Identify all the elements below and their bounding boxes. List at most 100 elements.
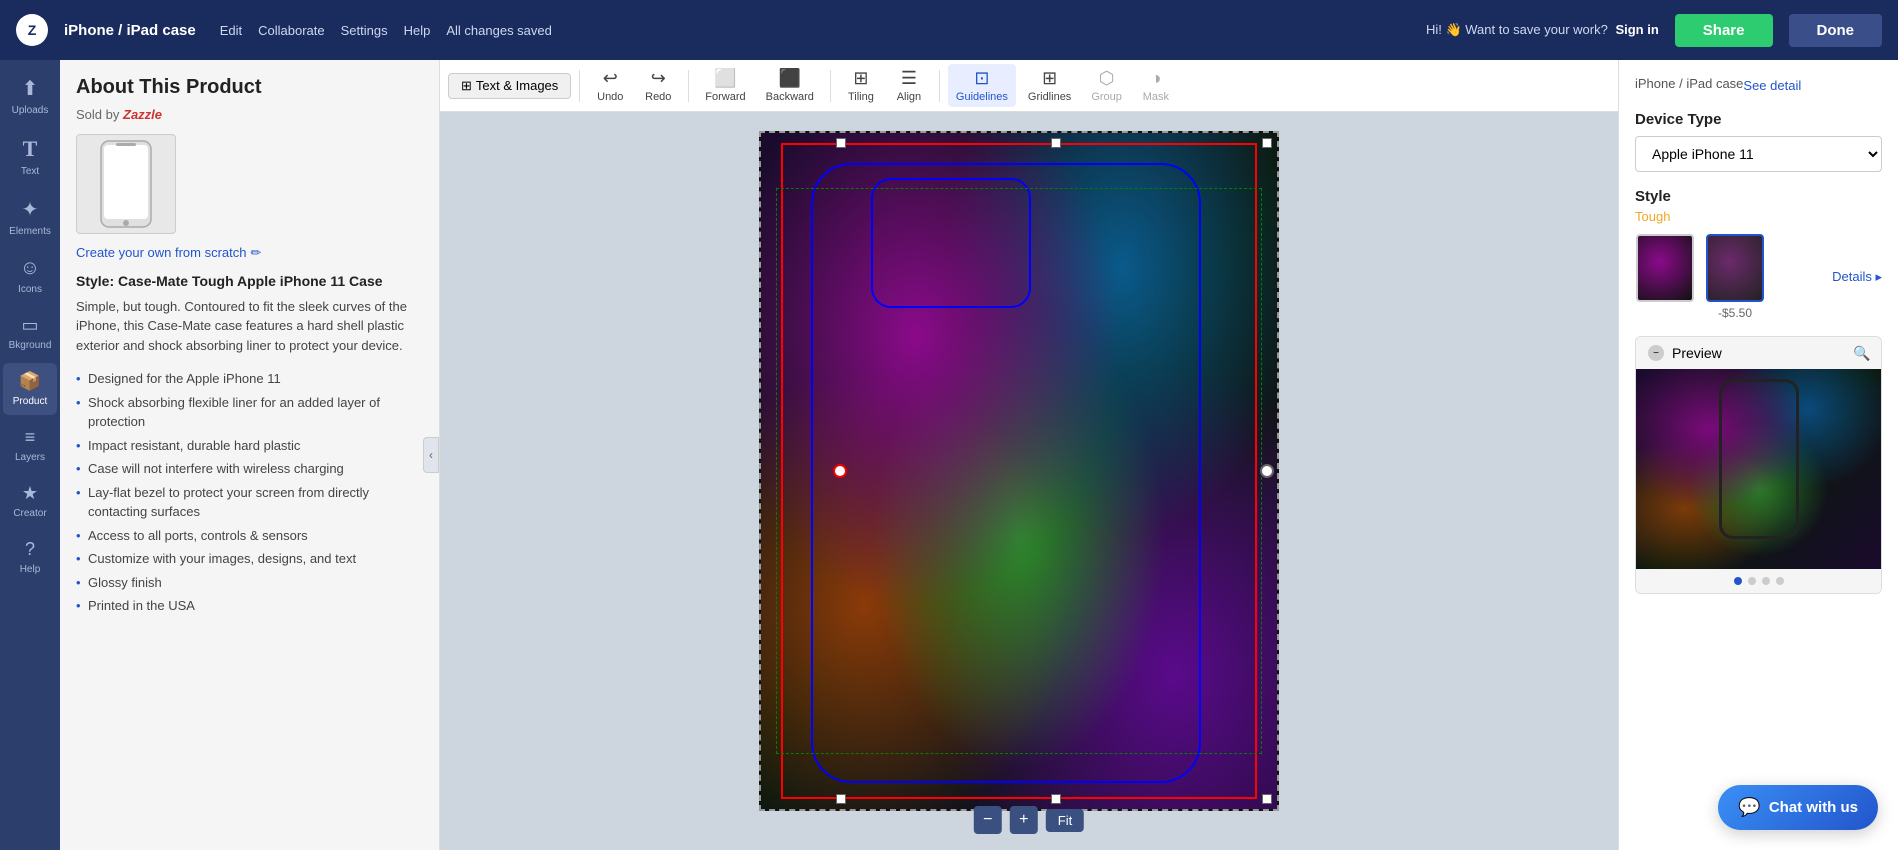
uploads-icon: ⬆: [22, 76, 39, 101]
preview-minimize-button[interactable]: −: [1648, 345, 1664, 361]
sidebar-label-help: Help: [20, 564, 41, 575]
app-title: iPhone / iPad case: [64, 22, 196, 39]
preview-dot-4[interactable]: [1776, 577, 1784, 585]
feature-item: Designed for the Apple iPhone 11: [76, 367, 423, 391]
backward-label: Backward: [766, 91, 814, 103]
brand-logo: Zazzle: [123, 107, 162, 122]
redo-label: Redo: [645, 91, 671, 103]
product-panel: About This Product Sold by Zazzle Create…: [60, 60, 440, 850]
nav-help[interactable]: Help: [404, 23, 431, 38]
rotate-handle[interactable]: [1260, 464, 1274, 478]
style-option-2[interactable]: -$5.50: [1705, 234, 1765, 320]
preview-dot-1[interactable]: [1734, 577, 1742, 585]
redo-icon: ↪: [651, 68, 666, 89]
mask-label: Mask: [1143, 91, 1169, 103]
feature-item: Glossy finish: [76, 571, 423, 595]
feature-item: Printed in the USA: [76, 594, 423, 618]
sidebar-item-uploads[interactable]: ⬆ Uploads: [3, 68, 57, 124]
preview-section: − Preview 🔍: [1635, 336, 1882, 594]
sidebar-item-layers[interactable]: ≡ Layers: [3, 419, 57, 471]
nav-settings[interactable]: Settings: [341, 23, 388, 38]
mask-button[interactable]: ◑ Mask: [1134, 64, 1178, 107]
share-button[interactable]: Share: [1675, 14, 1773, 47]
handle-top-mid[interactable]: [1051, 138, 1061, 148]
tiling-button[interactable]: ⊞ Tiling: [839, 64, 883, 107]
mask-icon: ◑: [1150, 68, 1161, 89]
forward-button[interactable]: ⬜ Forward: [697, 64, 753, 107]
elements-icon: ✦: [22, 197, 39, 222]
sidebar-item-creator[interactable]: ★ Creator: [3, 475, 57, 527]
handle-bottom-right[interactable]: [1262, 794, 1272, 804]
creator-icon: ★: [22, 483, 38, 504]
details-link[interactable]: Details ▸: [1832, 269, 1882, 285]
style-thumb-2[interactable]: [1706, 234, 1764, 302]
zoom-fit-button[interactable]: Fit: [1046, 809, 1084, 832]
design-canvas[interactable]: [759, 131, 1279, 811]
text-images-tab[interactable]: ⊞ Text & Images: [448, 73, 571, 99]
product-style-title: Style: Case-Mate Tough Apple iPhone 11 C…: [76, 273, 423, 289]
nav-edit[interactable]: Edit: [220, 23, 242, 38]
preview-search-icon[interactable]: 🔍: [1853, 345, 1869, 361]
main-layout: ⬆ Uploads T Text ✦ Elements ☺ Icons ▭ Bk…: [0, 60, 1898, 850]
sidebar-item-background[interactable]: ▭ Bkground: [3, 307, 57, 359]
sidebar-icons: ⬆ Uploads T Text ✦ Elements ☺ Icons ▭ Bk…: [0, 60, 60, 850]
product-icon: 📦: [19, 371, 41, 392]
feature-item: Access to all ports, controls & sensors: [76, 524, 423, 548]
top-navigation: Z iPhone / iPad case Edit Collaborate Se…: [0, 0, 1898, 60]
product-panel-title: About This Product: [76, 76, 423, 99]
nav-collaborate[interactable]: Collaborate: [258, 23, 325, 38]
canvas-area: ⊞ Text & Images ↩ Undo ↪ Redo ⬜ Forward …: [440, 60, 1618, 850]
create-own-link[interactable]: Create your own from scratch ✏: [76, 245, 261, 261]
zoom-minus-button[interactable]: −: [974, 806, 1002, 834]
style-options: -$5.50 Details ▸: [1635, 234, 1882, 320]
device-type-label: Device Type: [1635, 111, 1882, 128]
sign-in-link[interactable]: Sign in: [1615, 22, 1658, 37]
feature-item: Lay-flat bezel to protect your screen fr…: [76, 481, 423, 524]
handle-left-mid[interactable]: [833, 464, 847, 478]
tiling-label: Tiling: [848, 91, 874, 103]
guidelines-button[interactable]: ⊡ Guidelines: [948, 64, 1016, 107]
sidebar-item-product[interactable]: 📦 Product: [3, 363, 57, 415]
sidebar-label-icons: Icons: [18, 284, 42, 295]
sidebar-label-elements: Elements: [9, 226, 51, 237]
style-option-1[interactable]: [1635, 234, 1695, 306]
guidelines-icon: ⊡: [974, 68, 989, 89]
chat-icon: 💬: [1738, 797, 1760, 818]
sidebar-label-creator: Creator: [13, 508, 46, 519]
gridlines-label: Gridlines: [1028, 91, 1071, 103]
done-button[interactable]: Done: [1789, 14, 1883, 47]
zazzle-logo[interactable]: Z: [16, 14, 48, 46]
align-icon: ☰: [901, 68, 917, 89]
sidebar-item-elements[interactable]: ✦ Elements: [3, 189, 57, 245]
align-button[interactable]: ☰ Align: [887, 64, 931, 107]
group-button[interactable]: ⬡ Group: [1083, 64, 1130, 107]
backward-button[interactable]: ⬛ Backward: [758, 64, 822, 107]
group-icon: ⬡: [1099, 68, 1115, 89]
style-price-2: -$5.50: [1718, 306, 1752, 320]
all-changes-saved[interactable]: All changes saved: [446, 23, 552, 38]
handle-bottom-mid[interactable]: [1051, 794, 1061, 804]
zoom-plus-button[interactable]: +: [1010, 806, 1038, 834]
sidebar-item-help[interactable]: ? Help: [3, 531, 57, 583]
sidebar-item-text[interactable]: T Text: [3, 128, 57, 185]
handle-top-left[interactable]: [836, 138, 846, 148]
device-type-select[interactable]: Apple iPhone 11: [1635, 136, 1882, 172]
preview-header: − Preview 🔍: [1636, 337, 1881, 369]
canvas-content[interactable]: − + Fit: [440, 112, 1618, 850]
handle-bottom-left[interactable]: [836, 794, 846, 804]
preview-header-left: − Preview: [1648, 345, 1722, 361]
redo-button[interactable]: ↪ Redo: [636, 64, 680, 107]
forward-icon: ⬜: [714, 68, 736, 89]
panel-collapse-arrow[interactable]: ‹: [423, 437, 439, 473]
tab-icon: ⊞: [461, 78, 472, 94]
undo-button[interactable]: ↩ Undo: [588, 64, 632, 107]
handle-top-right[interactable]: [1262, 138, 1272, 148]
style-thumb-1[interactable]: [1636, 234, 1694, 302]
preview-dot-3[interactable]: [1762, 577, 1770, 585]
gridlines-button[interactable]: ⊞ Gridlines: [1020, 64, 1079, 107]
sidebar-item-icons[interactable]: ☺ Icons: [3, 249, 57, 303]
see-detail-link[interactable]: See detail: [1743, 78, 1801, 93]
undo-label: Undo: [597, 91, 623, 103]
preview-dot-2[interactable]: [1748, 577, 1756, 585]
chat-button[interactable]: 💬 Chat with us: [1718, 785, 1878, 830]
